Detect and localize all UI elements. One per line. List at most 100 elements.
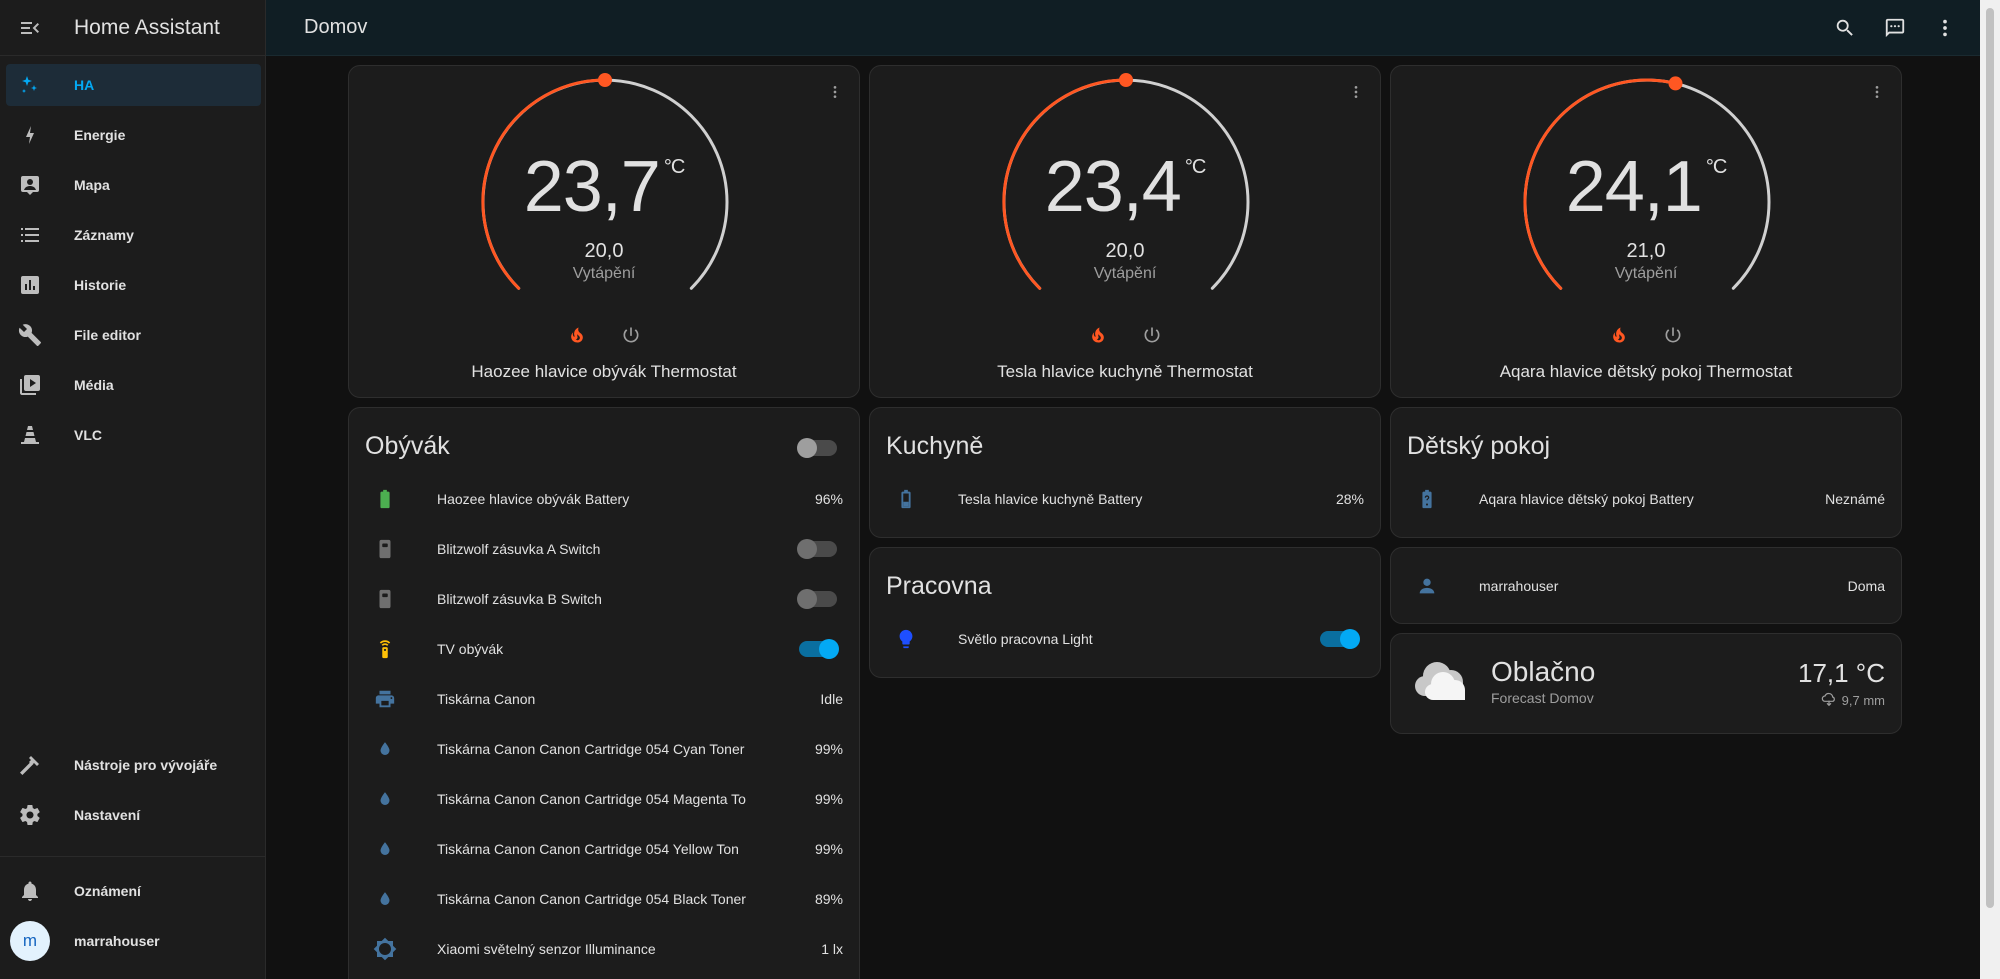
water-drop-icon [380,742,390,755]
entity-row[interactable]: marrahouser Doma [1407,566,1885,606]
entity-name: marrahouser [1479,578,1559,594]
sidebar-item-media[interactable]: Média [6,364,261,406]
entity-toggle[interactable] [797,589,837,609]
entity-row[interactable]: Tiskárna Canon Canon Cartridge 054 Magen… [365,779,843,819]
temperature-unit: °C [663,156,685,178]
sidebar-item-vlc[interactable]: VLC [6,414,261,456]
weather-card[interactable]: Oblačno Forecast Domov 17,1 °C 9,7 mm [1390,633,1902,734]
page-scrollbar[interactable] [1980,0,2000,979]
weather-condition: Oblačno [1491,656,1596,687]
card-title: Dětský pokoj [1407,432,1551,460]
battery-low-icon [901,489,911,509]
entity-row[interactable]: Tiskárna Canon Canon Cartridge 054 Cyan … [365,729,843,769]
power-socket-icon [379,589,391,609]
entity-state: 89% [814,891,843,907]
entity-row[interactable]: Tiskárna Canon Canon Cartridge 054 Yello… [365,829,843,869]
cone-icon [21,426,39,444]
entity-toggle[interactable] [799,639,839,659]
target-handle[interactable] [598,73,612,87]
entity-row[interactable]: Tesla hlavice kuchyně Battery 28% [886,479,1364,519]
target-handle[interactable] [1668,76,1683,91]
entity-row[interactable]: Blitzwolf zásuvka B Switch [365,579,843,619]
power-button[interactable] [1140,323,1164,347]
thermostat-name: Haozee hlavice obývák Thermostat [471,362,737,381]
search-icon [1836,19,1853,36]
sidebar-item-mapa[interactable]: Mapa [6,164,261,206]
temperature-unit: °C [1705,156,1727,178]
sidebar-item-label: Nastavení [74,807,141,823]
sidebar: Home Assistant HA Energie Mapa Záznamy H… [0,0,266,979]
entity-row[interactable]: Tiskárna Canon Canon Cartridge 054 Black… [365,879,843,919]
search-button[interactable] [1830,13,1860,43]
sidebar-item-settings[interactable]: Nastavení [6,794,261,836]
header-toggle[interactable] [797,438,837,458]
entity-name: Tiskárna Canon Canon Cartridge 054 Cyan … [437,741,745,757]
entity-name: Tiskárna Canon [437,691,536,707]
entity-toggle[interactable] [797,539,837,559]
entities-card-kuchyne: Kuchyně Tesla hlavice kuchyně Battery 28… [869,407,1381,538]
weather-precipitation: 9,7 mm [1820,692,1885,708]
sidebar-divider [0,856,266,857]
target-temperature: 20,0 [1105,240,1145,262]
sidebar-item-file-editor[interactable]: File editor [6,314,261,356]
heat-mode-button[interactable] [565,323,589,347]
target-handle[interactable] [1119,73,1133,87]
cloudy-icon [1415,662,1465,700]
current-temperature: 24,1 °C [1391,146,1901,228]
entity-row[interactable]: Haozee hlavice obývák Battery 96% [365,479,843,519]
entities-card-pracovna: Pracovna Světlo pracovna Light [869,547,1381,678]
entity-name: Blitzwolf zásuvka A Switch [437,541,601,557]
battery-unknown-icon [1422,489,1432,509]
sidebar-item-label: Nástroje pro vývojáře [74,757,218,773]
entity-toggle[interactable] [1320,629,1360,649]
chat-icon [1885,18,1905,38]
chart-icon [21,276,39,294]
thermostat-dial[interactable] [349,66,861,399]
list-icon [21,228,39,242]
entity-row[interactable]: Tiskárna Canon Idle [365,679,843,719]
bell-icon [22,881,38,901]
entity-state: Idle [820,691,843,707]
menu-toggle-button[interactable] [0,16,60,40]
entity-name: Tiskárna Canon Canon Cartridge 054 Black… [437,891,746,907]
power-button[interactable] [1661,323,1685,347]
current-temperature: 23,7 °C [349,146,859,228]
power-button[interactable] [619,323,643,347]
menu-open-icon [21,21,39,34]
scrollbar-thumb[interactable] [1986,8,1994,908]
weather-subtitle: Forecast Domov [1491,690,1594,706]
sidebar-item-energie[interactable]: Energie [6,114,261,156]
printer-icon [375,690,395,708]
user-label: marrahouser [74,933,160,949]
assist-button[interactable] [1880,13,1910,43]
entity-row[interactable]: Aqara hlavice dětský pokoj Battery Nezná… [1407,479,1885,519]
entity-row[interactable]: Xiaomi světelný senzor Illuminance 1 lx [365,929,843,969]
hvac-mode: Vytápění [1614,265,1678,282]
entity-row[interactable]: Blitzwolf zásuvka A Switch [365,529,843,569]
sidebar-item-historie[interactable]: Historie [6,264,261,306]
lightning-icon [26,126,34,144]
power-socket-icon [379,539,391,559]
sidebar-item-user[interactable]: m marrahouser [6,920,261,962]
weather-temperature: 17,1 °C [1797,658,1885,688]
heat-mode-button[interactable] [1607,323,1631,347]
thermostat-name: Aqara hlavice dětský pokoj Thermostat [1499,362,1793,381]
overflow-menu-button[interactable] [1930,13,1960,43]
fire-icon [571,327,583,343]
entity-state: Doma [1847,578,1885,594]
media-icon [20,375,40,395]
sidebar-item-zaznamy[interactable]: Záznamy [6,214,261,256]
thermostat-card: 23,4 °C 20,0 Vytápění Tesla hlavice kuchy… [869,65,1381,398]
thermostat-dial[interactable] [1391,66,1903,399]
sidebar-item-developer-tools[interactable]: Nástroje pro vývojáře [6,744,261,786]
notifications-label: Oznámení [74,883,141,899]
sidebar-item-notifications[interactable]: Oznámení [6,870,261,912]
thermostat-dial[interactable] [870,66,1382,399]
heat-mode-button[interactable] [1086,323,1110,347]
sidebar-item-ha[interactable]: HA [6,64,261,106]
entity-name: Aqara hlavice dětský pokoj Battery [1479,491,1694,507]
water-drop-icon [380,842,390,855]
entity-row[interactable]: Světlo pracovna Light [886,619,1364,659]
entity-state: 28% [1335,491,1364,507]
entity-row[interactable]: TV obývák [365,629,843,669]
